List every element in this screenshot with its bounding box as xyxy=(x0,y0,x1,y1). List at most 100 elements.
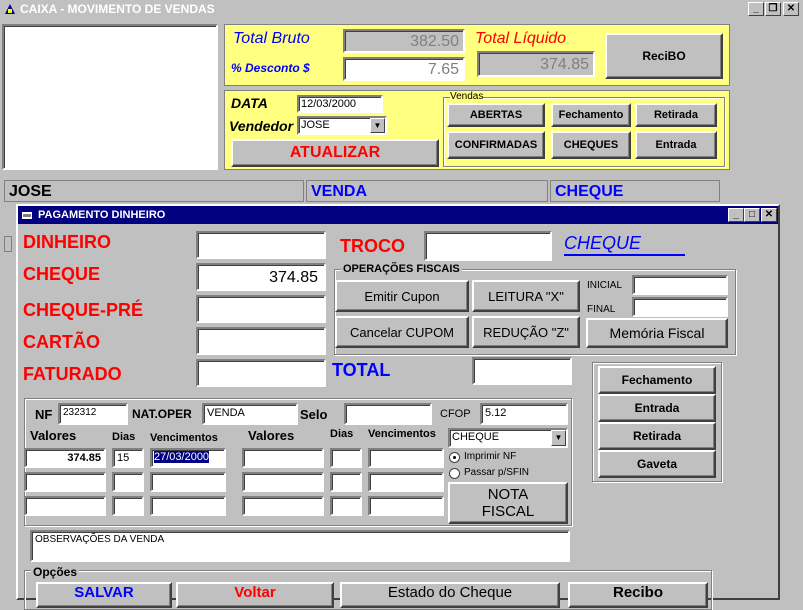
natoper-field[interactable]: VENDA xyxy=(202,403,298,425)
dias-1b-field[interactable] xyxy=(330,448,362,468)
grid-col-vendedor[interactable]: JOSE xyxy=(4,180,304,202)
confirmadas-button[interactable]: CONFIRMADAS xyxy=(447,131,545,159)
side-retirada-button[interactable]: Retirada xyxy=(598,422,716,450)
total-label: TOTAL xyxy=(332,360,391,380)
troco-label: TROCO xyxy=(340,236,405,256)
grid-col-cheque[interactable]: CHEQUE xyxy=(550,180,720,202)
valor-3-field[interactable] xyxy=(24,496,106,516)
vencimento-1b-field[interactable] xyxy=(368,448,444,468)
valor-3b-field[interactable] xyxy=(242,496,324,516)
side-fechamento-button[interactable]: Fechamento xyxy=(598,366,716,394)
entrada-button[interactable]: Entrada xyxy=(635,131,717,159)
dialog-minimize-button[interactable]: _ xyxy=(728,208,744,222)
reducao-z-button[interactable]: REDUÇÃO "Z" xyxy=(472,316,580,348)
faturado-label: FATURADO xyxy=(23,364,122,384)
image-panel xyxy=(2,24,218,170)
retirada-button[interactable]: Retirada xyxy=(635,103,717,127)
imprimir-nf-label[interactable]: Imprimir NF xyxy=(464,451,516,462)
side-entrada-button[interactable]: Entrada xyxy=(598,394,716,422)
grid-row-marker xyxy=(4,236,12,252)
chevron-down-icon[interactable]: ▼ xyxy=(370,118,385,133)
payment-type-select[interactable]: CHEQUE ▼ xyxy=(448,428,568,448)
dias-2b-field[interactable] xyxy=(330,472,362,492)
valor-1-field[interactable]: 374.85 xyxy=(24,448,106,468)
leitura-x-button[interactable]: LEITURA "X" xyxy=(472,280,580,312)
vencimento-3b-field[interactable] xyxy=(368,496,444,516)
dialog-close-button[interactable]: ✕ xyxy=(761,208,777,222)
faturado-field[interactable] xyxy=(196,359,326,387)
vencimento-2-field[interactable] xyxy=(150,472,226,492)
valor-2-field[interactable] xyxy=(24,472,106,492)
cheque-link[interactable]: CHEQUE xyxy=(564,233,686,256)
cheque-label: CHEQUE xyxy=(23,264,101,284)
minimize-button[interactable]: _ xyxy=(748,2,764,16)
valor-1b-field[interactable] xyxy=(242,448,324,468)
memoria-fiscal-button[interactable]: Memória Fiscal xyxy=(586,318,728,348)
emitir-cupon-button[interactable]: Emitir Cupon xyxy=(335,280,469,312)
vencimento-3-field[interactable] xyxy=(150,496,226,516)
troco-field[interactable] xyxy=(424,231,552,261)
grid-col-venda[interactable]: VENDA xyxy=(306,180,548,202)
abertas-button[interactable]: ABERTAS xyxy=(447,103,545,127)
observacoes-field[interactable]: OBSERVAÇÕES DA VENDA xyxy=(30,530,570,562)
cheque-pre-field[interactable] xyxy=(196,295,326,323)
valor-2b-field[interactable] xyxy=(242,472,324,492)
dias-2-field[interactable] xyxy=(112,472,144,492)
data-label: DATA xyxy=(231,95,268,111)
nf-label: NF xyxy=(35,407,53,422)
payment-type-value: CHEQUE xyxy=(452,431,500,443)
vendas-group-label: Vendas xyxy=(450,91,484,102)
dias-3b-field[interactable] xyxy=(330,496,362,516)
cartao-field[interactable] xyxy=(196,327,326,355)
selo-label: Selo xyxy=(300,407,328,422)
atualizar-button[interactable]: ATUALIZAR xyxy=(231,139,439,167)
vendedor-select[interactable]: JOSE ▼ xyxy=(297,116,387,135)
vencimento-1-field[interactable]: 27/03/2000 xyxy=(150,448,226,468)
filter-panel: DATA 12/03/2000 Vendedor JOSE ▼ ATUALIZA… xyxy=(224,90,730,170)
cfop-label: CFOP xyxy=(440,408,471,420)
estado-cheque-button[interactable]: Estado do Cheque xyxy=(340,582,560,608)
inicial-field[interactable] xyxy=(632,275,728,295)
dias-header-2: Dias xyxy=(330,428,354,440)
passar-sfin-label[interactable]: Passar p/SFIN xyxy=(464,467,529,478)
vendedor-label: Vendedor xyxy=(229,118,294,134)
cfop-field[interactable]: 5.12 xyxy=(480,403,568,425)
nota-fiscal-button[interactable]: NOTA FISCAL xyxy=(448,482,568,524)
selo-field[interactable] xyxy=(344,403,432,425)
vencimentos-header-1: Vencimentos xyxy=(150,432,218,444)
nota-fiscal-label-1: NOTA xyxy=(487,486,529,503)
fechamento-button[interactable]: Fechamento xyxy=(551,103,631,127)
chevron-down-icon[interactable]: ▼ xyxy=(551,430,566,446)
recibo-button[interactable]: ReciBO xyxy=(605,33,723,79)
dias-header-1: Dias xyxy=(112,431,136,443)
cancelar-cupom-button[interactable]: Cancelar CUPOM xyxy=(335,316,469,348)
final-field[interactable] xyxy=(632,297,728,317)
side-gaveta-button[interactable]: Gaveta xyxy=(598,450,716,478)
dialog-title: PAGAMENTO DINHEIRO xyxy=(38,209,166,221)
desconto-field[interactable]: 7.65 xyxy=(343,57,465,81)
nf-field[interactable]: 232312 xyxy=(58,403,128,425)
total-field xyxy=(472,357,572,385)
natoper-label: NAT.OPER xyxy=(132,407,192,421)
dinheiro-label: DINHEIRO xyxy=(23,232,112,252)
vencimento-1-value: 27/03/2000 xyxy=(154,451,210,463)
cheque-pre-label: CHEQUE-PRÉ xyxy=(23,300,144,320)
restore-button[interactable]: ❐ xyxy=(765,2,781,16)
passar-sfin-radio[interactable] xyxy=(449,468,460,479)
desconto-label: % Desconto $ xyxy=(231,61,310,75)
cheques-button[interactable]: CHEQUES xyxy=(551,131,631,159)
data-input[interactable]: 12/03/2000 xyxy=(297,95,383,113)
total-bruto-field: 382.50 xyxy=(343,29,465,53)
close-button[interactable]: ✕ xyxy=(783,2,799,16)
dialog-maximize-button[interactable]: □ xyxy=(744,208,760,222)
recibo-dialog-button[interactable]: Recibo xyxy=(568,582,708,608)
dias-3-field[interactable] xyxy=(112,496,144,516)
voltar-button[interactable]: Voltar xyxy=(176,582,334,608)
imprimir-nf-radio[interactable] xyxy=(449,452,460,463)
fiscal-group-label: OPERAÇÕES FISCAIS xyxy=(341,263,462,275)
salvar-button[interactable]: SALVAR xyxy=(36,582,172,608)
vencimento-2b-field[interactable] xyxy=(368,472,444,492)
cheque-field[interactable]: 374.85 xyxy=(196,263,326,291)
dias-1-field[interactable]: 15 xyxy=(112,448,144,468)
dinheiro-field[interactable] xyxy=(196,231,326,259)
